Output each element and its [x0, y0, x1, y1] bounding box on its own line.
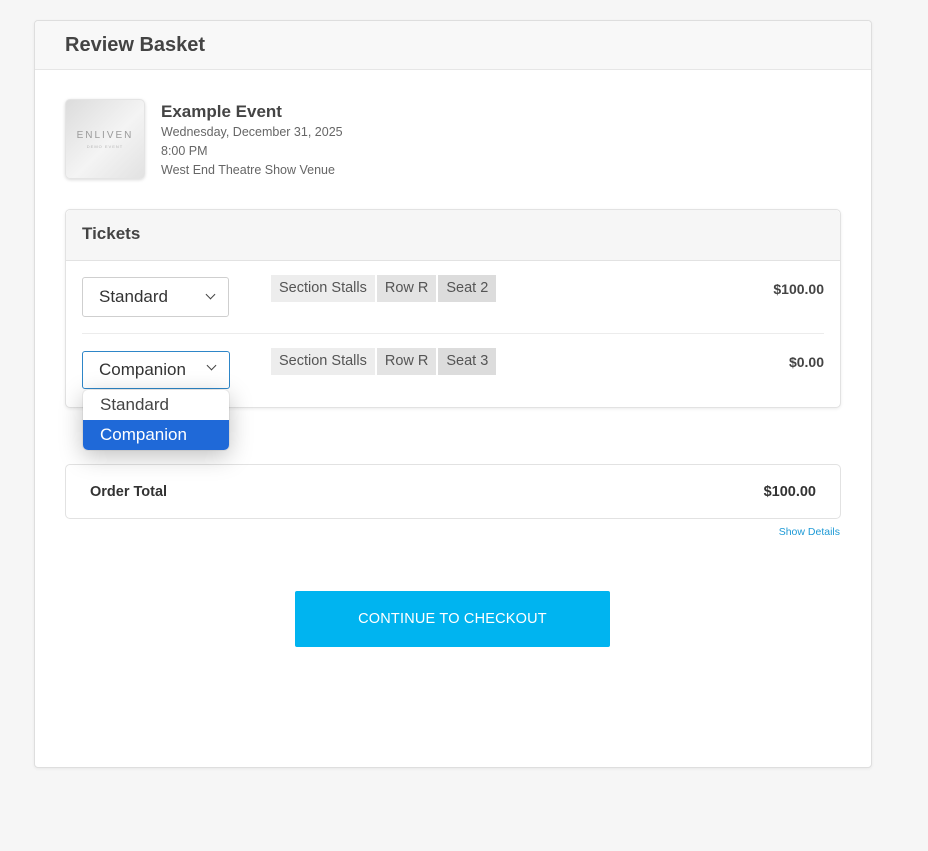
- event-venue: West End Theatre Show Venue: [161, 163, 335, 177]
- ticket-type-select[interactable]: Companion: [82, 351, 230, 389]
- dropdown-option-companion[interactable]: Companion: [83, 420, 229, 450]
- event-time: 8:00 PM: [161, 144, 208, 158]
- ticket-row: Standard Section Stalls Row R Seat 2 $10…: [82, 261, 824, 334]
- row-tag: Row R: [376, 275, 437, 302]
- seat-tag: Seat 3: [438, 348, 497, 375]
- ticket-price: $100.00: [773, 281, 824, 297]
- seat-tags: Section Stalls Row R Seat 2: [271, 275, 497, 302]
- dropdown-option-standard[interactable]: Standard: [83, 390, 229, 420]
- event-date: Wednesday, December 31, 2025: [161, 125, 343, 139]
- ticket-type-value: Standard: [99, 287, 168, 306]
- chevron-down-icon: [206, 360, 217, 371]
- ticket-price: $0.00: [788, 354, 824, 370]
- section-tag: Section Stalls: [271, 275, 375, 302]
- event-info: Example Event Wednesday, December 31, 20…: [161, 101, 461, 180]
- seat-tag: Seat 2: [438, 275, 497, 302]
- event-thumbnail: ENLIVEN DEMO EVENT: [65, 99, 145, 179]
- event-logo-subtext: DEMO EVENT: [86, 143, 124, 149]
- order-total-label: Order Total: [90, 484, 168, 500]
- event-name: Example Event: [161, 102, 282, 121]
- ticket-type-dropdown: Standard Companion: [83, 390, 229, 450]
- tickets-header: Tickets: [66, 210, 840, 261]
- page-title: Review Basket: [65, 34, 206, 56]
- show-details-link[interactable]: Show Details: [779, 526, 840, 538]
- panel-header: Review Basket: [35, 21, 871, 70]
- tickets-title: Tickets: [82, 224, 141, 243]
- continue-to-checkout-button[interactable]: CONTINUE TO CHECKOUT: [295, 591, 610, 647]
- ticket-type-value: Companion: [99, 360, 186, 379]
- row-tag: Row R: [376, 348, 437, 375]
- order-total-value: $100.00: [763, 484, 816, 500]
- chevron-down-icon: [205, 289, 216, 300]
- event-logo-text: ENLIVEN: [76, 129, 134, 141]
- seat-tags: Section Stalls Row R Seat 3: [271, 348, 497, 375]
- section-tag: Section Stalls: [271, 348, 375, 375]
- order-total-box: Order Total $100.00: [65, 464, 841, 519]
- ticket-type-select[interactable]: Standard: [82, 277, 229, 317]
- tickets-panel: Tickets Standard Section Stalls Row R Se…: [65, 209, 841, 408]
